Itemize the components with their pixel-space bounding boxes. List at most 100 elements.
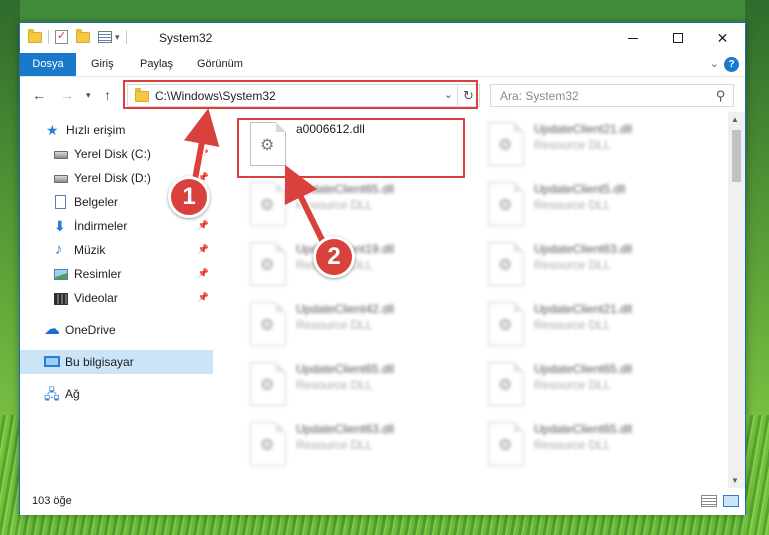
close-icon: ✕ [716,29,729,46]
close-button[interactable]: ✕ [700,23,745,53]
address-bar-highlight [123,80,478,109]
document-icon [55,195,66,209]
sidebar-item-local-disk-c[interactable]: Yerel Disk (C:) 📌 [20,142,213,166]
file-item[interactable]: ⚙ UpdateClient65.dll Resource DLL [480,360,700,416]
back-arrow-icon[interactable]: ← [32,87,46,103]
dll-file-icon: ⚙ [250,362,286,406]
gear-icon: ⚙ [498,377,513,394]
minimize-button[interactable] [610,23,655,53]
navigation-pane: ★ Hızlı erişim Yerel Disk (C:) 📌 Yerel D… [20,112,213,488]
new-folder-icon[interactable] [76,28,90,43]
scroll-up-icon[interactable]: ▲ [731,115,739,124]
dll-file-icon: ⚙ [250,302,286,346]
item-count: 103 öğe [32,495,72,507]
music-icon: ♪ [55,241,63,258]
sidebar-item-quick-access[interactable]: ★ Hızlı erişim [20,118,213,142]
sidebar-item-network[interactable]: 🖧 Ağ [20,382,213,406]
star-icon: ★ [46,122,59,138]
sidebar-item-videos[interactable]: Videolar 📌 [20,286,213,310]
gear-icon: ⚙ [260,317,275,334]
recent-locations-chevron-icon[interactable]: ▾ [86,90,91,101]
sidebar-item-label: Hızlı erişim [66,123,126,137]
properties-check-icon[interactable] [55,29,68,44]
window-title: System32 [159,31,213,45]
file-type: Resource DLL [534,258,611,272]
scrollbar-thumb[interactable] [732,130,741,182]
forward-arrow-icon[interactable]: → [60,87,74,103]
customize-toolbar-chevron-icon[interactable]: ▾ [115,32,120,43]
file-type: Resource DLL [534,438,611,452]
network-icon: 🖧 [44,386,60,402]
gear-icon: ⚙ [498,257,513,274]
file-item[interactable]: ⚙ UpdateClient65.dll Resource DLL [480,420,700,476]
large-icons-view-icon[interactable] [723,495,739,507]
sidebar-item-this-pc[interactable]: Bu bilgisayar [20,350,213,374]
details-view-icon[interactable] [701,495,717,507]
sidebar-item-label: Belgeler [74,195,119,209]
tab-share[interactable]: Paylaş [140,53,173,76]
properties-icon[interactable] [98,31,112,43]
gear-icon: ⚙ [260,377,275,394]
file-name: UpdateClient63.dll [534,242,633,256]
file-item[interactable]: ⚙ UpdateClient63.dll Resource DLL [242,420,462,476]
file-type: Resource DLL [296,438,373,452]
file-item[interactable]: ⚙ UpdateClient21.dll Resource DLL [480,300,700,356]
file-type: Resource DLL [296,318,373,332]
file-name: UpdateClient63.dll [296,422,395,436]
expand-ribbon-chevron-icon[interactable]: ⌄ [710,57,719,70]
sidebar-item-label: OneDrive [65,323,116,337]
file-name: UpdateClient65.dll [534,362,633,376]
sidebar-item-label: Müzik [74,243,106,257]
file-item[interactable]: ⚙ UpdateClient65.dll Resource DLL [242,360,462,416]
gear-icon: ⚙ [260,257,275,274]
gear-icon: ⚙ [498,437,513,454]
tab-view[interactable]: Görünüm [197,53,243,76]
video-icon [54,293,68,305]
file-item[interactable]: ⚙ UpdateClient63.dll Resource DLL [480,240,700,296]
sidebar-item-label: Yerel Disk (C:) [74,147,151,161]
pictures-icon [54,269,68,280]
file-name: UpdateClient21.dll [534,302,633,316]
sidebar-item-music[interactable]: ♪ Müzik 📌 [20,238,213,262]
dll-file-icon: ⚙ [488,122,524,166]
tab-file[interactable]: Dosya [20,53,76,76]
sidebar-item-label: İndirmeler [74,219,128,233]
file-item[interactable]: ⚙ UpdateClient65.dll Resource DLL [242,180,462,236]
dll-file-icon: ⚙ [488,182,524,226]
dll-file-icon: ⚙ [488,242,524,286]
file-name: UpdateClient42.dll [296,302,395,316]
vertical-scrollbar[interactable]: ▲ ▼ [728,112,745,488]
scroll-down-icon[interactable]: ▼ [731,476,739,485]
gear-icon: ⚙ [260,197,275,214]
file-name: UpdateClient65.dll [534,422,633,436]
gear-icon: ⚙ [498,137,513,154]
status-bar: 103 öğe [20,488,745,515]
search-placeholder: Ara: System32 [500,89,579,103]
sidebar-item-pictures[interactable]: Resimler 📌 [20,262,213,286]
pin-icon: 📌 [197,292,209,302]
sidebar-item-label: Bu bilgisayar [65,355,134,369]
help-icon[interactable]: ? [724,57,739,72]
file-name: UpdateClient21.dll [534,122,633,136]
search-input[interactable]: Ara: System32 ⚲ [490,84,734,107]
ribbon-tabs: Dosya Giriş Paylaş Görünüm ⌄ ? [20,53,745,77]
pin-icon: 📌 [197,244,209,254]
file-item[interactable]: ⚙ UpdateClient42.dll Resource DLL [242,300,462,356]
cloud-icon: ☁ [44,321,60,338]
file-item[interactable]: ⚙ UpdateClient21.dll Resource DLL [480,120,700,176]
maximize-button[interactable] [655,23,700,53]
file-type: Resource DLL [534,138,611,152]
dll-file-icon: ⚙ [250,242,286,286]
up-arrow-icon[interactable]: ↑ [104,87,111,103]
tab-home[interactable]: Giriş [91,53,114,76]
step-2-badge: 2 [313,236,355,278]
file-type: Resource DLL [296,198,373,212]
maximize-icon [672,33,683,43]
file-name: UpdateClient65.dll [296,362,395,376]
file-item[interactable]: ⚙ UpdateClient5.dll Resource DLL [480,180,700,236]
disk-icon [54,151,68,159]
sidebar-item-onedrive[interactable]: ☁ OneDrive [20,318,213,342]
sidebar-item-label: Ağ [65,387,80,401]
step-1-badge: 1 [168,176,210,218]
file-type: Resource DLL [534,198,611,212]
